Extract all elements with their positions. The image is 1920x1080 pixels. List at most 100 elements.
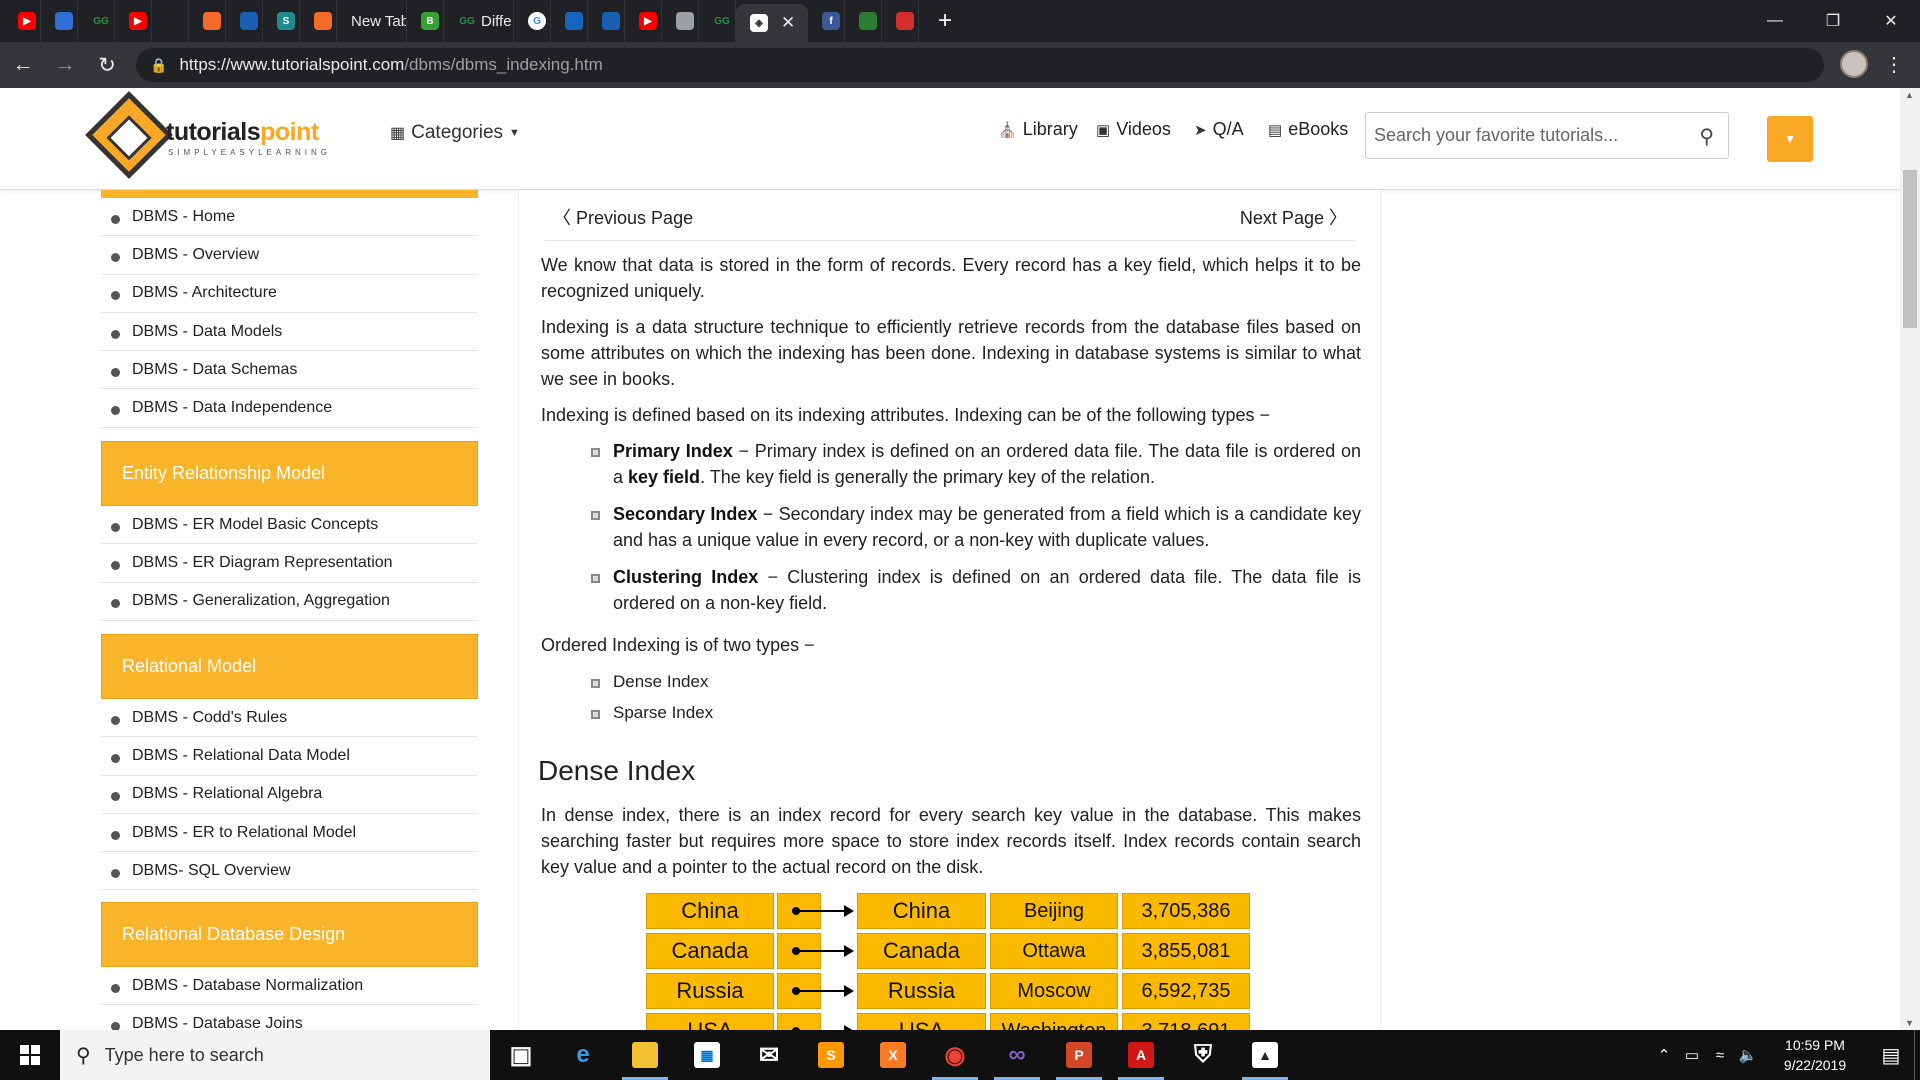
sidebar-link[interactable]: DBMS - Architecture — [101, 275, 478, 313]
sidebar-link[interactable]: DBMS - Data Schemas — [101, 351, 478, 390]
sidebar-link[interactable]: DBMS - ER Model Basic Concepts — [101, 506, 478, 545]
bullet-icon — [111, 560, 120, 570]
orange-g-icon — [314, 12, 332, 30]
restore-button[interactable]: ❐ — [1804, 0, 1862, 42]
start-button[interactable] — [0, 1030, 60, 1080]
forward-button[interactable]: → — [46, 46, 84, 84]
browser-tab[interactable]: GGInde — [699, 0, 736, 42]
geeks-icon: GG — [93, 15, 109, 27]
browser-tab[interactable]: f🔈 — [808, 0, 845, 42]
browser-tab[interactable]: GG Diffe — [444, 0, 514, 42]
taskbar-clock[interactable]: 10:59 PM 9/22/2019 — [1762, 1035, 1868, 1075]
sidebar-link-label: DBMS - ER to Relational Model — [132, 823, 357, 841]
browser-tab[interactable]: New Tab — [337, 0, 407, 42]
browser-tab[interactable]: ◈ ✕ — [736, 4, 808, 42]
browser-tab[interactable]: GGInde — [78, 0, 115, 42]
sublime-icon[interactable]: S — [800, 1030, 862, 1080]
record-capital-cell: Washington — [990, 1013, 1118, 1030]
sidebar-link[interactable]: DBMS - ER Diagram Representation — [101, 544, 478, 583]
browser-menu-icon[interactable]: ⋮ — [1884, 51, 1904, 79]
new-tab-button[interactable]: + — [925, 7, 965, 35]
browser-tab[interactable]: RSA — [882, 0, 919, 42]
browser-tab[interactable]: One — [551, 0, 588, 42]
minimize-button[interactable]: — — [1746, 0, 1804, 42]
reload-button[interactable]: ↻ — [88, 46, 126, 84]
search-icon[interactable]: ⚲ — [1699, 124, 1714, 149]
bullet-icon — [591, 710, 600, 719]
sidebar-group-relational: DBMS - Codd's Rules DBMS - Relational Dat… — [101, 699, 478, 891]
security-icon[interactable]: ⛨ — [1172, 1030, 1234, 1080]
wifi-icon[interactable]: ≈ — [1706, 1047, 1734, 1064]
sidebar-link[interactable]: DBMS - Data Independence — [101, 389, 478, 428]
search-dropdown-button[interactable]: ▼ — [1767, 116, 1813, 162]
browser-tab[interactable]: ▶Mai — [115, 0, 152, 42]
browser-tab[interactable]: Wh — [152, 0, 189, 42]
sidebar-link[interactable]: DBMS- SQL Overview — [101, 852, 478, 891]
photos-icon[interactable]: ▲ — [1234, 1030, 1296, 1080]
record-population-cell: 3,705,386 — [1122, 893, 1250, 929]
close-window-button[interactable]: ✕ — [1862, 0, 1920, 42]
browser-tab[interactable]: DBI — [189, 0, 226, 42]
visual-studio-icon[interactable]: ∞ — [986, 1030, 1048, 1080]
acrobat-icon[interactable]: A — [1110, 1030, 1172, 1080]
sidebar-link[interactable]: DBMS - ER to Relational Model — [101, 814, 478, 853]
bullet-icon — [111, 830, 120, 840]
sidebar-link[interactable]: DBMS - Generalization, Aggregation — [101, 583, 478, 621]
address-bar[interactable]: 🔒 https://www.tutorialspoint.com/dbms/db… — [136, 48, 1824, 82]
chrome-icon[interactable]: ◉ — [924, 1030, 986, 1080]
page-scrollbar[interactable]: ▲ ▼ — [1900, 88, 1920, 1030]
browser-tab[interactable]: ▶Er d — [625, 0, 662, 42]
xampp-icon[interactable]: X — [862, 1030, 924, 1080]
nav-library[interactable]: ⛪ Library — [998, 119, 1078, 140]
notification-icon[interactable]: ▤ — [1868, 1043, 1914, 1068]
lock-icon: 🔒 — [150, 56, 168, 73]
scroll-up-icon[interactable]: ▲ — [1905, 90, 1914, 100]
mail-icon[interactable]: ✉ — [738, 1030, 800, 1080]
browser-tab[interactable]: BPM — [41, 0, 78, 42]
scroll-down-icon[interactable]: ▼ — [1905, 1018, 1914, 1028]
nav-qa[interactable]: ➤ Q/A — [1194, 119, 1244, 140]
sidebar-link[interactable]: DBMS - Home — [101, 198, 478, 237]
nav-ebooks[interactable]: ▤ eBooks — [1268, 119, 1348, 140]
sidebar-link[interactable]: DBMS - Overview — [101, 236, 478, 275]
taskbar-search[interactable]: ⚲ Type here to search — [60, 1030, 490, 1080]
store-icon[interactable]: ▦ — [676, 1030, 738, 1080]
sidebar-link[interactable]: DBMS - Relational Data Model — [101, 737, 478, 776]
back-button[interactable]: ← — [4, 46, 42, 84]
file-explorer-icon[interactable]: ▬ — [614, 1030, 676, 1080]
index-key-cell: USA — [646, 1013, 774, 1030]
powerpoint-icon[interactable]: P — [1048, 1030, 1110, 1080]
scrollbar-thumb[interactable] — [1903, 170, 1917, 328]
sidebar-link[interactable]: DBMS - Relational Algebra — [101, 776, 478, 814]
browser-tab[interactable]: Wh — [300, 0, 337, 42]
sidebar-link[interactable]: DBMS - Data Models — [101, 313, 478, 352]
tutorialspoint-logo[interactable]: tutorialspoint SIMPLYEASYLEARNING — [85, 91, 360, 182]
browser-tab[interactable]: SPha — [263, 0, 300, 42]
categories-menu[interactable]: ▦ Categories ▼ — [390, 122, 520, 144]
browser-tab[interactable]: Cat — [662, 0, 699, 42]
sidebar-link[interactable]: DBMS - Database Normalization — [101, 967, 478, 1006]
edge-icon[interactable]: e — [552, 1030, 614, 1080]
browser-tab[interactable]: BSup — [407, 0, 444, 42]
browser-tab[interactable]: Wh — [226, 0, 263, 42]
nav-videos[interactable]: ▣ Videos — [1096, 119, 1171, 140]
browser-tab[interactable]: Ggoo — [514, 0, 551, 42]
book-icon: ▤ — [1268, 121, 1283, 139]
sidebar-link[interactable]: DBMS - Database Joins — [101, 1005, 478, 1030]
profile-avatar[interactable] — [1840, 50, 1868, 78]
browser-tab[interactable]: ICC — [845, 0, 882, 42]
battery-icon[interactable]: ▭ — [1678, 1046, 1706, 1064]
volume-icon[interactable]: 🔈 — [1734, 1046, 1762, 1064]
previous-page-link[interactable]: 〈 Previous Page — [553, 204, 693, 230]
browser-tab[interactable]: Wh — [588, 0, 625, 42]
next-page-link[interactable]: Next Page 〉 — [1240, 204, 1347, 230]
task-view-icon[interactable]: ▣ — [490, 1030, 552, 1080]
show-desktop-button[interactable] — [1914, 1030, 1920, 1080]
chevron-up-icon[interactable]: ⌃ — [1650, 1046, 1678, 1064]
url-path: /dbms/dbms_indexing.htm — [404, 55, 603, 74]
list-item-dense-index: Dense Index — [589, 670, 1361, 694]
site-search-input[interactable] — [1374, 125, 1674, 146]
close-tab-icon[interactable]: ✕ — [781, 13, 795, 33]
browser-tab[interactable]: ▶Ajay — [4, 0, 41, 42]
sidebar-link[interactable]: DBMS - Codd's Rules — [101, 699, 478, 738]
